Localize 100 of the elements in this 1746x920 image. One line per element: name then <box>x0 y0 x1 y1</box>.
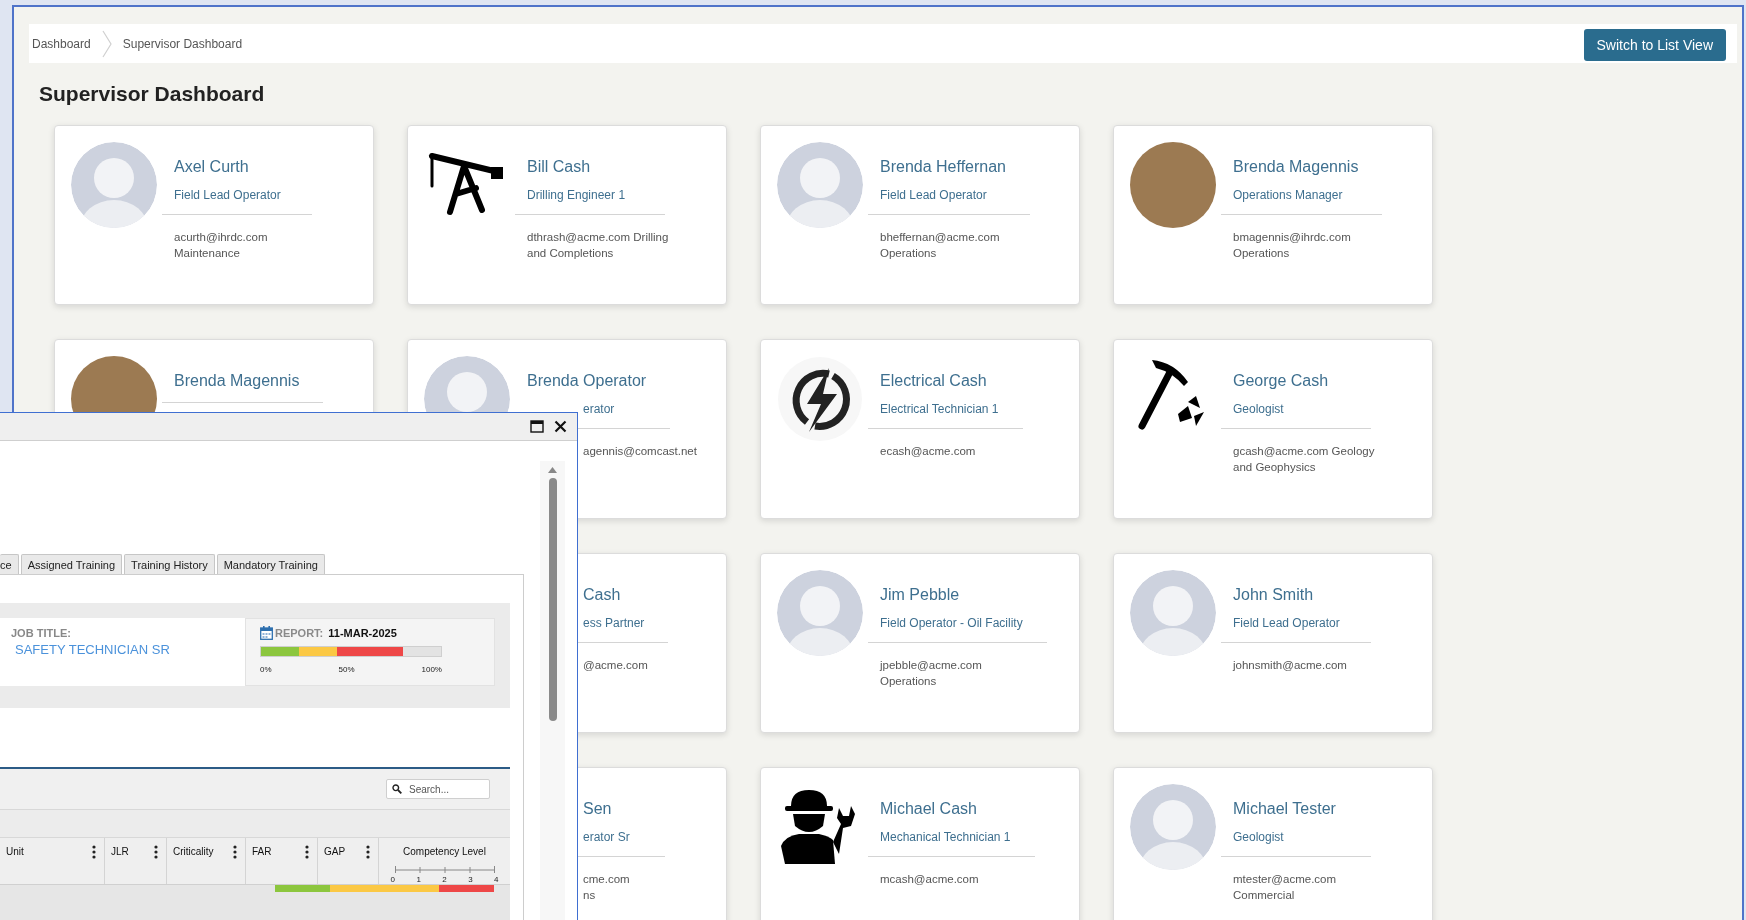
scale-label: 0 <box>390 875 395 884</box>
person-name: John Smith <box>1233 585 1315 605</box>
person-name: Michael Tester <box>1233 799 1337 819</box>
person-name: Electrical Cash <box>880 371 988 391</box>
column-menu-icon[interactable] <box>92 845 96 859</box>
contact-text: agennis@comcast.net <box>583 444 697 459</box>
person-card[interactable]: Michael Tester Geologist mtester@acme.com Commercial <box>1113 767 1433 920</box>
breadcrumb-link[interactable]: Supervisor Dashboard <box>122 36 253 51</box>
contact-text: mcash@acme.com <box>880 872 979 887</box>
contact-text: gcash@acme.com Geology <box>1233 444 1375 459</box>
contact-text: jpebble@acme.com <box>880 658 982 673</box>
contact-text: Operations <box>880 246 937 261</box>
contact-text: Operations <box>1233 246 1290 261</box>
contact-text: mtester@acme.com <box>1233 872 1337 887</box>
contact-text: acurth@ihrdc.com <box>174 230 268 245</box>
scroll-thumb[interactable] <box>548 478 557 721</box>
person-name: Brenda Operator <box>527 371 647 391</box>
page-title: Supervisor Dashboard <box>39 81 266 107</box>
contact-text: ecash@acme.com <box>880 444 976 459</box>
job-role: Field Operator - Oil Facility <box>880 615 1023 632</box>
avatar-silhouette-icon <box>71 142 157 228</box>
job-role: Mechanical Technician 1 <box>880 829 1011 846</box>
column-menu-icon[interactable] <box>366 845 370 859</box>
person-name: Michael Cash <box>880 799 978 819</box>
tab[interactable]: Mandatory Training <box>216 554 325 574</box>
contact-text: dthrash@acme.com Drilling <box>527 230 669 245</box>
meter-tick-label: 50% <box>338 665 355 674</box>
contact-text: ns <box>583 888 596 903</box>
person-card[interactable]: Brenda Magennis Operations Manager bmagennis@ihrdc.com Operations <box>1113 125 1433 305</box>
meter-tick-label: 0% <box>260 665 272 674</box>
job-role: erator <box>583 401 616 418</box>
job-role: Drilling Engineer 1 <box>527 187 627 204</box>
tab[interactable]: Assigned Training <box>20 554 123 574</box>
column-header[interactable]: FAR <box>252 845 272 858</box>
tab[interactable]: ce <box>0 554 19 574</box>
person-card[interactable]: Michael Cash Mechanical Technician 1 mcash@acme.com <box>760 767 1080 920</box>
job-role: Operations Manager <box>1233 187 1344 204</box>
person-card[interactable]: George Cash Geologist gcash@acme.com Geology and Geophysics <box>1113 339 1433 519</box>
job-title-value: SAFETY TECHNICIAN SR <box>15 642 171 657</box>
calendar-icon <box>260 626 273 640</box>
column-header[interactable]: JLR <box>111 845 129 858</box>
job-role: Electrical Technician 1 <box>880 401 999 418</box>
column-header[interactable]: Competency Level <box>403 845 486 858</box>
contact-text: Operations <box>880 674 937 689</box>
person-name: Jim Pebble <box>880 585 961 605</box>
tab[interactable]: Training History <box>124 554 215 574</box>
job-role: Field Lead Operator <box>880 187 988 204</box>
meter-tick-label: 100% <box>421 665 442 674</box>
contact-text: Maintenance <box>174 246 240 261</box>
avatar-silhouette-icon <box>777 142 863 228</box>
scale-label: 2 <box>442 875 447 884</box>
person-name: Cash <box>583 585 622 605</box>
search-field[interactable]: Search... <box>386 779 490 799</box>
person-card[interactable]: Bill Cash Drilling Engineer 1 dthrash@acme.com Drilling and Completions <box>407 125 727 305</box>
person-name: Sen <box>583 799 613 819</box>
column-menu-icon[interactable] <box>233 845 237 859</box>
column-header[interactable]: GAP <box>324 845 346 858</box>
column-menu-icon[interactable] <box>305 845 309 859</box>
avatar-silhouette-icon <box>1130 784 1216 870</box>
person-card[interactable]: Axel Curth Field Lead Operator acurth@ihrdc.com Maintenance <box>54 125 374 305</box>
scale-label: 1 <box>416 875 421 884</box>
person-card[interactable]: Jim Pebble Field Operator - Oil Facility jpebble@acme.com Operations <box>760 553 1080 733</box>
person-card[interactable]: Electrical Cash Electrical Technician 1 ecash@acme.com <box>760 339 1080 519</box>
close-icon[interactable] <box>554 420 567 433</box>
report-date: 11-MAR-2025 <box>328 627 397 639</box>
person-card[interactable]: Brenda Heffernan Field Lead Operator bheffernan@acme.com Operations <box>760 125 1080 305</box>
person-name: Bill Cash <box>527 157 592 177</box>
job-role: Geologist <box>1233 401 1285 418</box>
column-menu-icon[interactable] <box>154 845 158 859</box>
person-card[interactable]: John Smith Field Lead Operator johnsmith@acme.com <box>1113 553 1433 733</box>
search-icon <box>392 784 402 794</box>
person-name: Brenda Magennis <box>174 371 300 391</box>
maximize-icon[interactable] <box>530 420 544 433</box>
job-role: Field Lead Operator <box>1233 615 1341 632</box>
scale-label: 3 <box>468 875 473 884</box>
contact-text: and Completions <box>527 246 614 261</box>
contact-text: bmagennis@ihrdc.com <box>1233 230 1351 245</box>
column-header[interactable]: Criticality <box>173 845 214 858</box>
scroll-up-icon[interactable] <box>548 467 557 473</box>
contact-text: cme.com <box>583 872 630 887</box>
lightning-icon <box>777 356 863 442</box>
job-title-label: JOB TITLE: <box>11 627 72 639</box>
person-name: Axel Curth <box>174 157 250 177</box>
scrollbar[interactable] <box>540 461 565 920</box>
contact-text: and Geophysics <box>1233 460 1316 475</box>
avatar-silhouette-icon <box>1130 570 1216 656</box>
contact-text: @acme.com <box>583 658 648 673</box>
person-name: Brenda Magennis <box>1233 157 1359 177</box>
breadcrumb-link[interactable]: Dashboard <box>32 36 101 51</box>
job-role: erator Sr <box>583 829 631 846</box>
job-role: Field Lead Operator <box>174 187 282 204</box>
person-name: Brenda Heffernan <box>880 157 1006 177</box>
report-label: REPORT: <box>275 627 324 639</box>
job-role: Geologist <box>1233 829 1285 846</box>
switch-view-button[interactable]: Switch to List View <box>1583 29 1726 61</box>
contact-text: Commercial <box>1233 888 1295 903</box>
chevron-icon <box>100 28 113 59</box>
scale-label: 4 <box>494 875 499 884</box>
column-header[interactable]: Unit <box>6 845 24 858</box>
job-role: ess Partner <box>583 615 645 632</box>
